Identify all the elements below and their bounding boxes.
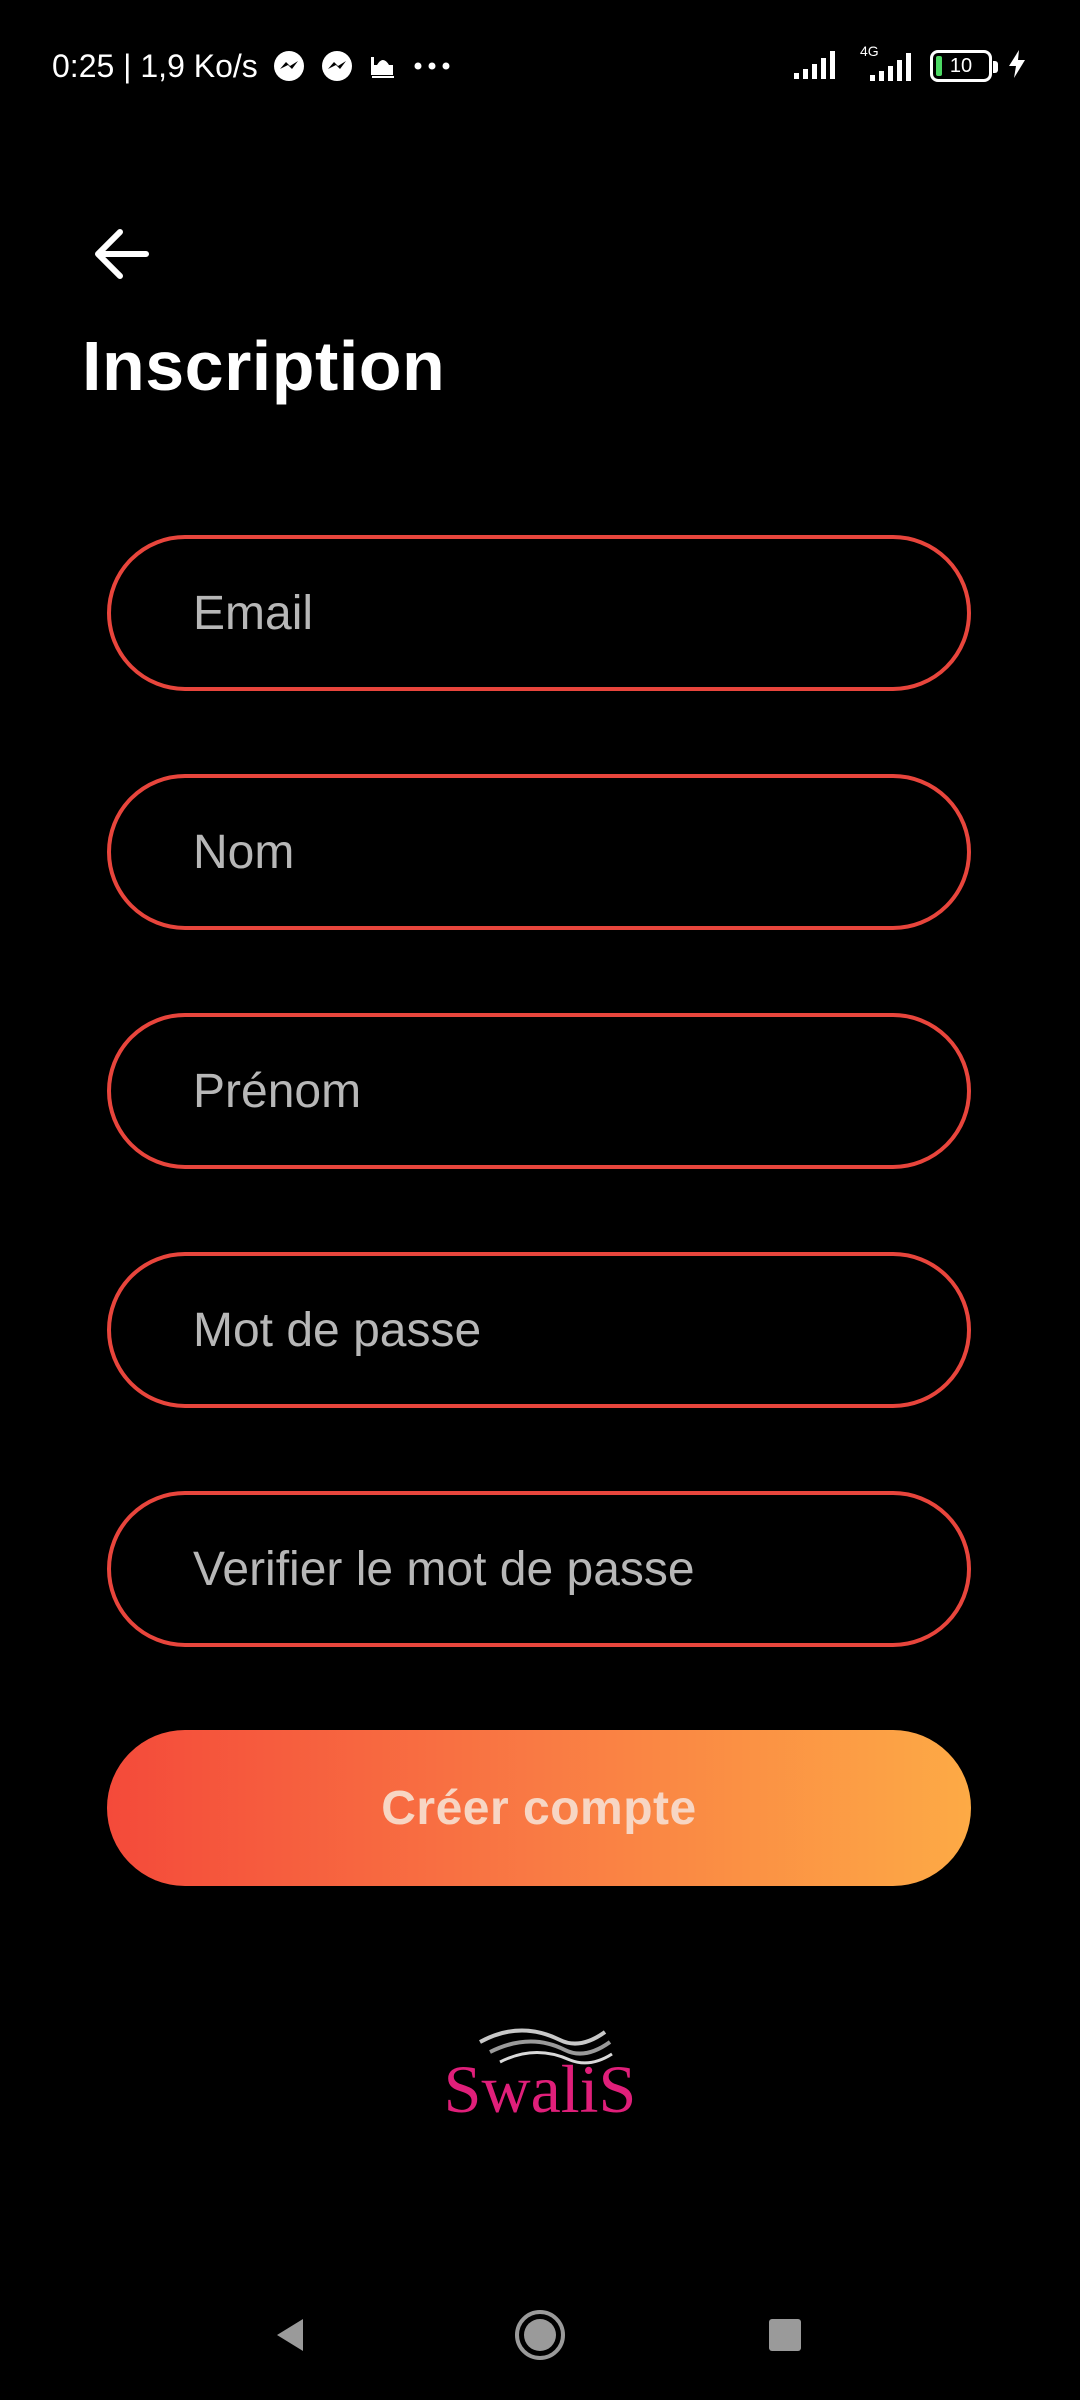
system-nav-bar xyxy=(0,2270,1080,2400)
charging-icon xyxy=(1006,48,1028,85)
nav-recents-button[interactable] xyxy=(750,2300,820,2370)
nav-home-button[interactable] xyxy=(505,2300,575,2370)
arrow-left-icon xyxy=(95,229,149,279)
battery-fill xyxy=(936,56,942,76)
swalis-logo: SwaliS xyxy=(420,2010,660,2130)
status-time: 0:25 | 1,9 Ko/s xyxy=(52,47,258,84)
status-right: 4G 10 xyxy=(792,43,1028,88)
create-account-button[interactable]: Créer compte xyxy=(107,1730,971,1886)
messenger-icon xyxy=(272,49,306,83)
mosque-icon xyxy=(368,51,398,81)
verify-password-field[interactable] xyxy=(111,1495,967,1643)
verify-password-field-container xyxy=(107,1491,971,1647)
status-bar: 0:25 | 1,9 Ko/s 4G 10 xyxy=(0,0,1080,130)
signal-icon xyxy=(792,47,842,86)
page-title: Inscription xyxy=(82,327,446,405)
messenger-icon xyxy=(320,49,354,83)
prenom-field[interactable] xyxy=(111,1017,967,1165)
email-field[interactable] xyxy=(111,539,967,687)
signal-4g-icon: 4G xyxy=(856,43,916,83)
recents-square-icon xyxy=(769,2319,801,2351)
logo-text: SwaliS xyxy=(444,2051,637,2127)
back-button[interactable] xyxy=(82,214,162,294)
password-field-container xyxy=(107,1252,971,1408)
battery-icon: 10 xyxy=(930,50,998,82)
battery-level: 10 xyxy=(949,54,973,77)
nav-back-button[interactable] xyxy=(256,2300,326,2370)
prenom-field-container xyxy=(107,1013,971,1169)
email-field-container xyxy=(107,535,971,691)
more-dots-icon xyxy=(412,51,452,81)
back-triangle-icon xyxy=(277,2319,303,2351)
password-field[interactable] xyxy=(111,1256,967,1404)
nom-field-container xyxy=(107,774,971,930)
status-left: 0:25 | 1,9 Ko/s xyxy=(52,44,452,88)
home-circle-icon xyxy=(515,2310,565,2360)
nom-field[interactable] xyxy=(111,778,967,926)
